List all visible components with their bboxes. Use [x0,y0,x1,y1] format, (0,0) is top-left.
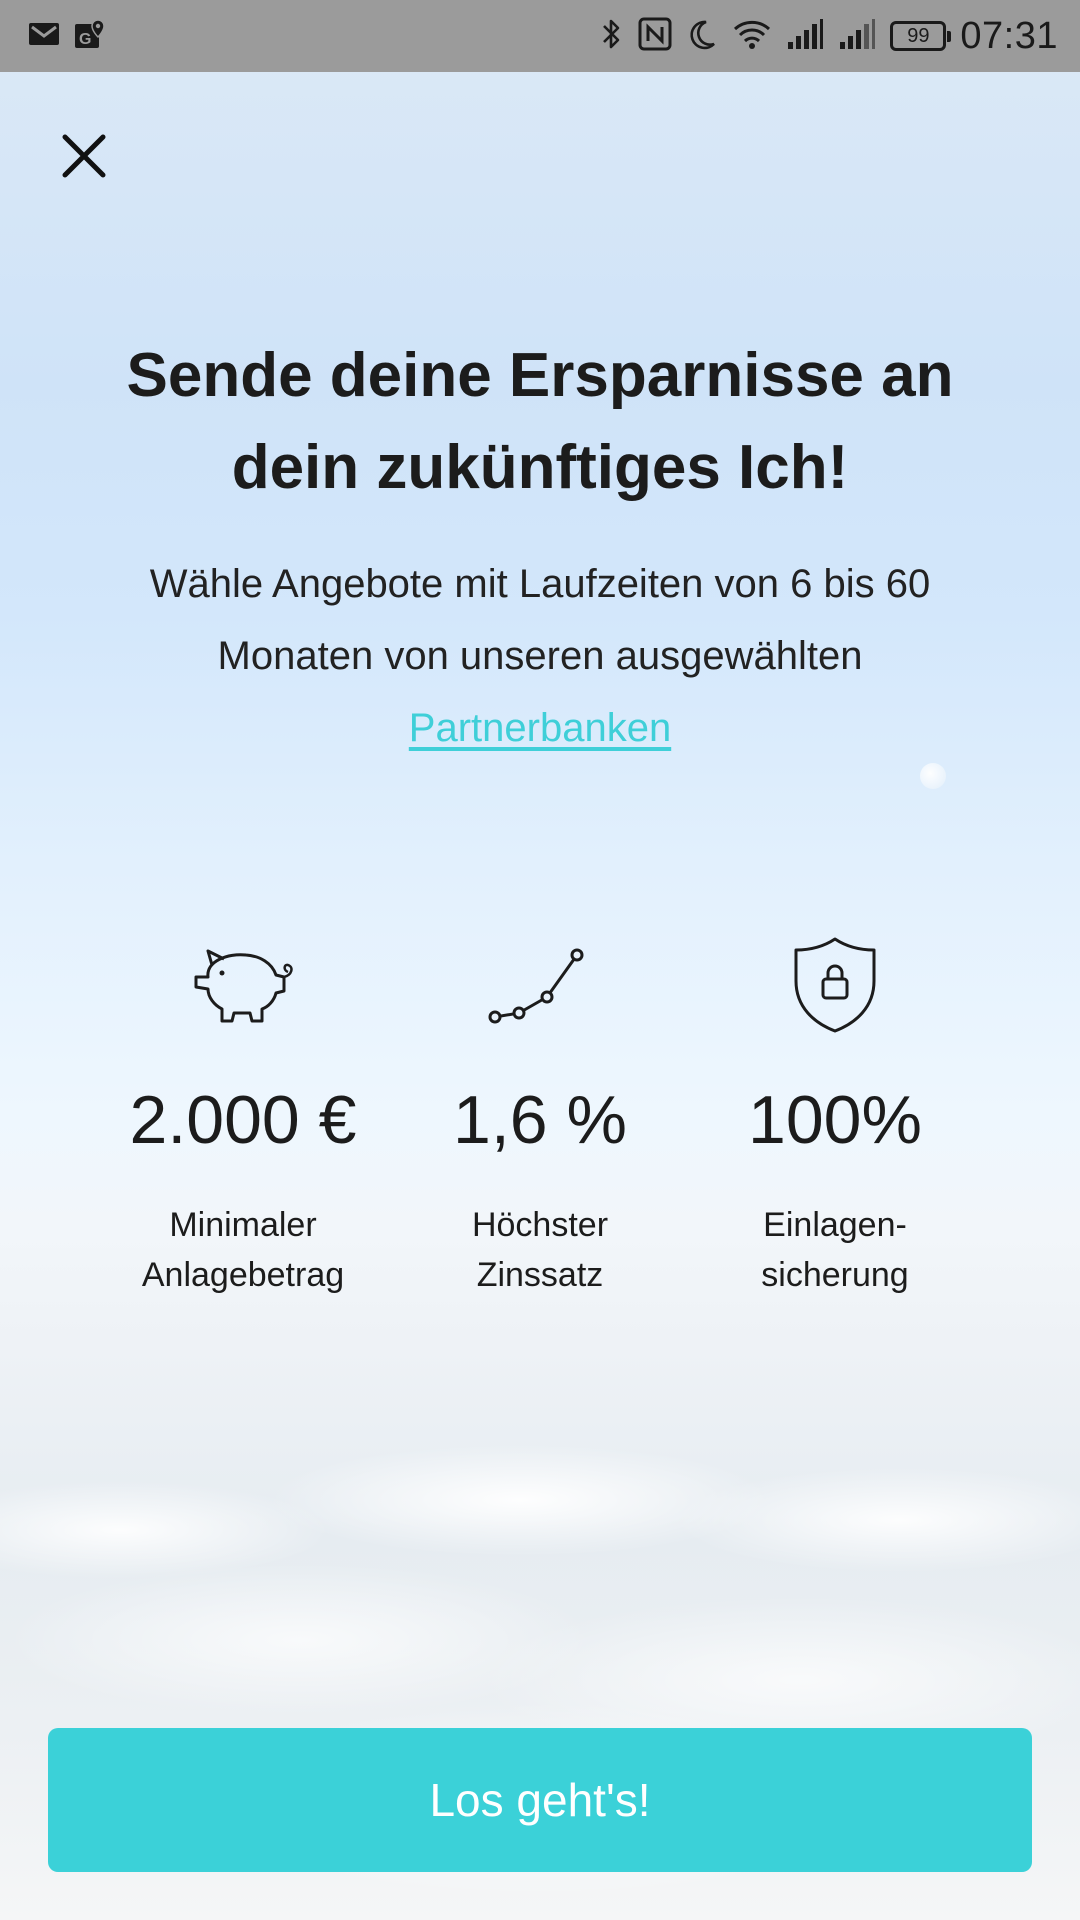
get-started-button[interactable]: Los geht's! [48,1728,1032,1872]
page-title-line-2: dein zukünftiges Ich! [231,433,849,502]
gmail-icon [28,21,60,52]
do-not-disturb-icon [686,18,718,55]
deposit-protection-label: Einlagen- sicherung [685,1200,985,1300]
deposit-protection-label-line-1: Einlagen- [763,1206,907,1244]
status-bar: G 99 07:31 [0,0,1080,72]
screen: G 99 07:31 Sende deine Ersparnisse an de… [0,0,1080,1920]
page-title-line-1: Sende deine Ersparnisse an [126,341,954,410]
subtitle-line-1: Wähle Angebote mit Laufzeiten von 6 bis … [149,562,931,606]
interest-rate-label-line-2: Zinssatz [476,1256,604,1294]
min-amount-label-line-2: Anlagebetrag [141,1256,345,1294]
partner-banks-link[interactable]: Partnerbanken [409,706,671,750]
deposit-protection-value: 100% [748,1082,922,1158]
feature-min-amount: 2.000 € Minimaler Anlagebetrag [93,930,393,1300]
battery-icon: 99 [890,21,952,51]
min-amount-value: 2.000 € [129,1082,357,1158]
signal-icon [786,18,824,55]
close-icon [62,134,106,178]
page-title: Sende deine Ersparnisse an dein zukünfti… [60,330,1020,514]
battery-level: 99 [907,25,930,47]
feature-deposit-protection: 100% Einlagen- sicherung [685,930,985,1300]
bluetooth-icon [600,16,624,57]
features-row: 2.000 € Minimaler Anlagebetrag 1,6 % Höc… [0,930,1080,1300]
status-bar-notifications: G [28,18,106,54]
clock: 07:31 [960,14,1058,57]
maps-icon: G [74,18,106,55]
feature-interest-rate: 1,6 % Höchster Zinssatz [390,930,690,1300]
interest-rate-label-line-1: Höchster [471,1206,609,1244]
signal-icon-2 [838,18,876,55]
interest-rate-value: 1,6 % [453,1082,627,1158]
trend-line-icon [390,930,690,1040]
deposit-protection-label-line-2: sicherung [761,1256,909,1294]
shield-lock-icon [685,930,985,1040]
subtitle-line-2: Monaten von unseren ausgewählten [217,634,863,678]
interest-rate-label: Höchster Zinssatz [390,1200,690,1300]
nfc-icon [638,17,672,56]
sparkle-decoration [920,763,946,789]
page-subtitle: Wähle Angebote mit Laufzeiten von 6 bis … [80,548,1000,764]
status-bar-system: 99 07:31 [600,14,1058,58]
piggy-bank-icon [93,930,393,1040]
min-amount-label-line-1: Minimaler [169,1206,317,1244]
close-button[interactable] [54,126,114,186]
min-amount-label: Minimaler Anlagebetrag [93,1200,393,1300]
wifi-icon [732,17,772,56]
svg-text:G: G [79,31,91,48]
